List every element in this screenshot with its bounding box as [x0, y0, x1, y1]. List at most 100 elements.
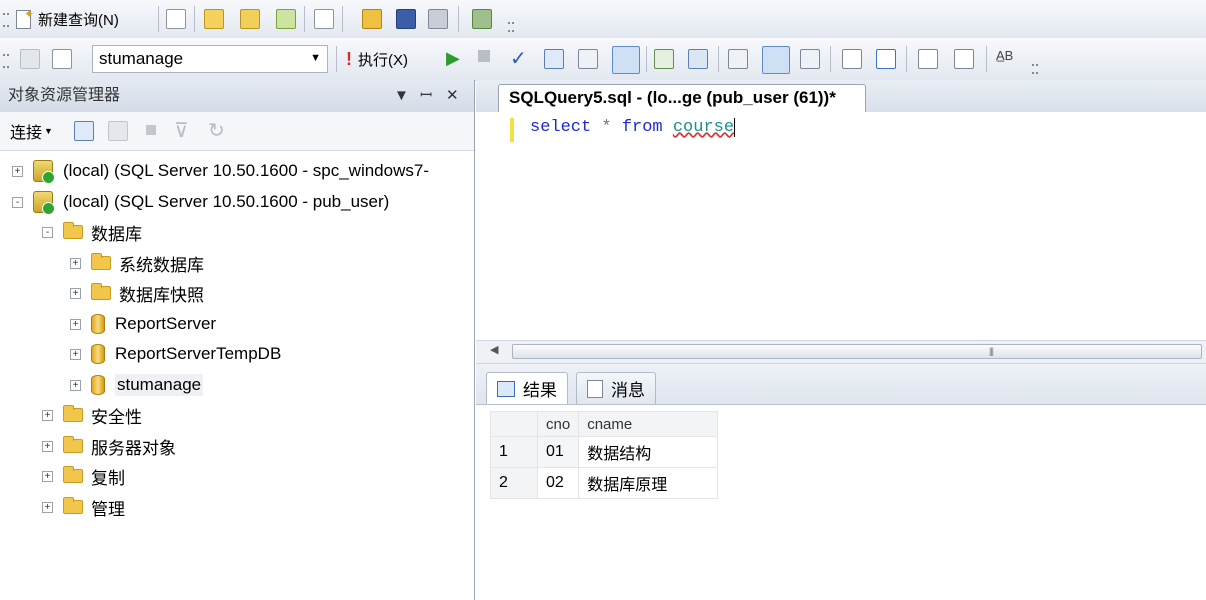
results-to-text-icon[interactable]: [728, 49, 748, 69]
activity-monitor-icon[interactable]: [472, 9, 492, 29]
tree-node-server-1[interactable]: + (local) (SQL Server 10.50.1600 - spc_w…: [12, 158, 429, 184]
object-explorer-toolbar: 连接 ▼ ⊽ ↻: [0, 112, 474, 151]
analysis-services-dmx-icon[interactable]: [240, 9, 260, 29]
tree-node-stumanage[interactable]: + stumanage: [70, 372, 204, 398]
results-grid-area: cno cname 1 01 数据结构 2 02 数据库原理: [476, 405, 1206, 600]
grid-cell[interactable]: 01: [536, 436, 580, 468]
expand-icon[interactable]: +: [70, 379, 81, 391]
results-grid: cno cname 1 01 数据结构 2 02 数据库原理: [490, 411, 719, 499]
standard-toolbar: ✦ 新建查询(N): [0, 0, 1206, 39]
results-tabstrip: 结果 消息: [476, 364, 1206, 405]
expand-icon[interactable]: +: [42, 440, 53, 452]
change-connection-icon[interactable]: [52, 49, 72, 69]
open-file-icon[interactable]: [362, 9, 382, 29]
scroll-left-icon[interactable]: ◀: [490, 343, 498, 356]
tab-results[interactable]: 结果: [486, 372, 568, 404]
increase-indent-icon[interactable]: [954, 49, 974, 69]
toolbar-grip[interactable]: [3, 13, 9, 27]
query-designer-icon[interactable]: [578, 49, 598, 69]
collapse-icon[interactable]: -: [12, 196, 23, 208]
stop-icon[interactable]: [478, 50, 490, 62]
tree-node-security[interactable]: + 安全性: [42, 402, 142, 428]
auto-hide-pin-icon[interactable]: ꟷ: [420, 80, 432, 112]
tree-node-label: ReportServer: [115, 314, 217, 333]
tree-node-server-2[interactable]: - (local) (SQL Server 10.50.1600 - pub_u…: [12, 189, 389, 215]
include-client-statistics-icon[interactable]: [688, 49, 708, 69]
tree-node-label: 复制: [91, 468, 125, 488]
tree-node-reportservertempdb[interactable]: + ReportServerTempDB: [70, 341, 281, 367]
keyword-select: select: [530, 118, 592, 137]
parse-icon[interactable]: ✓: [510, 46, 527, 71]
tab-sqlquery5[interactable]: SQLQuery5.sql - (lo...ge (pub_user (61))…: [498, 84, 866, 112]
grid-cell[interactable]: 02: [536, 467, 580, 499]
expand-icon[interactable]: +: [70, 348, 81, 360]
available-databases-select[interactable]: stumanage ▼: [92, 45, 328, 73]
expand-icon[interactable]: +: [70, 287, 81, 299]
folder-icon: [91, 253, 111, 270]
tab-messages[interactable]: 消息: [576, 372, 656, 404]
tree-node-label: 数据库快照: [119, 285, 204, 305]
expand-icon[interactable]: +: [70, 318, 81, 330]
disconnect-icon[interactable]: [108, 121, 128, 141]
save-icon[interactable]: [396, 9, 416, 29]
new-query-button[interactable]: ✦ 新建查询(N): [14, 6, 119, 32]
connect-object-explorer-icon[interactable]: [74, 121, 94, 141]
expand-icon[interactable]: +: [42, 409, 53, 421]
database-engine-query-icon[interactable]: [166, 9, 186, 29]
window-position-icon[interactable]: ▼: [394, 80, 409, 112]
expand-icon[interactable]: +: [12, 165, 23, 177]
uncomment-icon[interactable]: [876, 49, 896, 69]
new-file-icon[interactable]: [314, 9, 334, 29]
grid-corner[interactable]: [490, 411, 538, 437]
horizontal-scrollbar[interactable]: ◀ |||: [476, 340, 1206, 364]
column-header-cno[interactable]: cno: [536, 411, 580, 437]
connect-icon[interactable]: [20, 49, 40, 69]
expand-icon[interactable]: +: [42, 501, 53, 513]
chevron-down-icon: ▼: [44, 126, 53, 136]
results-to-grid-toggle-icon[interactable]: [762, 46, 790, 74]
close-icon[interactable]: ✕: [446, 80, 459, 112]
analysis-services-mdx-icon[interactable]: [204, 9, 224, 29]
execute-button[interactable]: ! 执行(X): [346, 46, 408, 72]
grid-icon: [497, 380, 515, 397]
toolbar-overflow-icon[interactable]: [508, 22, 514, 32]
tree-node-system-databases[interactable]: + 系统数据库: [70, 250, 204, 276]
row-number[interactable]: 2: [490, 467, 538, 499]
specify-template-values-icon[interactable]: A̲B: [996, 48, 1013, 63]
display-estimated-plan-icon[interactable]: [544, 49, 564, 69]
grip-icon: |||: [989, 346, 994, 356]
connect-dropdown-button[interactable]: 连接 ▼: [10, 118, 53, 144]
analysis-services-xmla-icon[interactable]: [276, 9, 296, 29]
expand-icon[interactable]: +: [42, 470, 53, 482]
changed-line-marker: [510, 118, 514, 142]
tree-node-server-objects[interactable]: + 服务器对象: [42, 433, 176, 459]
server-icon: [33, 160, 55, 184]
stop-icon[interactable]: [146, 125, 156, 135]
tree-node-database-snapshots[interactable]: + 数据库快照: [70, 280, 204, 306]
collapse-icon[interactable]: -: [42, 226, 53, 238]
filter-icon[interactable]: ⊽: [174, 118, 189, 143]
include-actual-plan-icon[interactable]: [654, 49, 674, 69]
database-icon: [91, 314, 105, 334]
expand-icon[interactable]: +: [70, 257, 81, 269]
tree-node-label: stumanage: [115, 374, 204, 396]
scrollbar-thumb[interactable]: |||: [512, 344, 1202, 359]
row-number[interactable]: 1: [490, 436, 538, 468]
tree-node-replication[interactable]: + 复制: [42, 463, 125, 489]
comment-icon[interactable]: [842, 49, 862, 69]
tree-node-databases[interactable]: - 数据库: [42, 219, 142, 245]
query-editor[interactable]: select * from course: [476, 112, 1206, 340]
decrease-indent-icon[interactable]: [918, 49, 938, 69]
refresh-icon[interactable]: ↻: [208, 118, 225, 143]
grid-cell[interactable]: 数据库原理: [578, 467, 719, 499]
grid-cell[interactable]: 数据结构: [578, 436, 719, 468]
results-to-file-icon[interactable]: [800, 49, 820, 69]
debug-icon[interactable]: ▶: [446, 48, 460, 69]
toolbar-overflow-icon[interactable]: [1032, 64, 1038, 74]
tree-node-management[interactable]: + 管理: [42, 494, 125, 520]
print-icon[interactable]: [428, 9, 448, 29]
column-header-cname[interactable]: cname: [578, 411, 719, 437]
tree-node-reportserver[interactable]: + ReportServer: [70, 311, 216, 337]
toolbar-grip[interactable]: [3, 54, 9, 68]
results-to-grid-icon[interactable]: [612, 46, 640, 74]
